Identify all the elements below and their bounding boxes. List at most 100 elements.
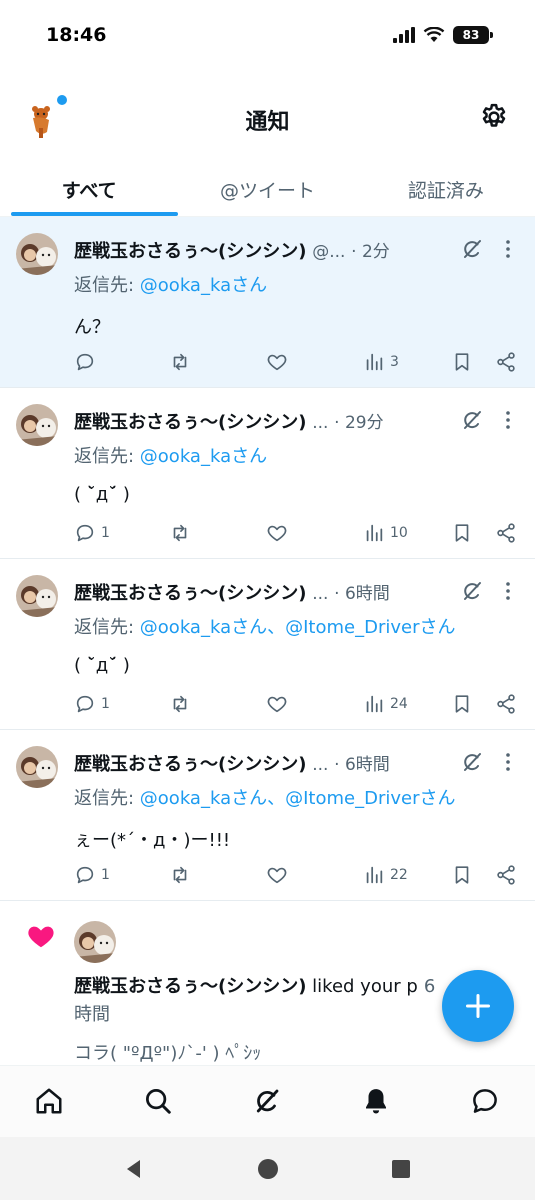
retweet-button[interactable] bbox=[169, 518, 191, 548]
plus-icon bbox=[465, 993, 491, 1019]
bookmark-button[interactable] bbox=[451, 689, 473, 719]
retweet-button[interactable] bbox=[169, 860, 191, 890]
share-button[interactable] bbox=[495, 347, 517, 377]
retweet-button[interactable] bbox=[169, 689, 191, 719]
messages-icon[interactable] bbox=[470, 1086, 500, 1116]
share-icon bbox=[497, 523, 515, 543]
avatar[interactable] bbox=[16, 404, 58, 446]
notification-item[interactable]: 歴戦玉おさるぅ〜(シンシン) @... · 2分 返信先: @ooka_kaさんん… bbox=[0, 217, 535, 388]
views-button[interactable]: 22 bbox=[363, 860, 408, 890]
home-icon[interactable] bbox=[34, 1086, 64, 1116]
grok-icon bbox=[464, 582, 481, 600]
avatar[interactable] bbox=[16, 746, 58, 788]
user-name[interactable]: 歴戦玉おさるぅ〜(シンシン) bbox=[74, 976, 306, 997]
compose-button[interactable] bbox=[442, 970, 514, 1042]
reply-button[interactable]: 1 bbox=[74, 518, 110, 548]
views-button[interactable]: 10 bbox=[363, 518, 408, 548]
tab-verified[interactable]: 認証済み bbox=[357, 160, 535, 216]
tab-all[interactable]: すべて bbox=[0, 160, 179, 216]
mention-link[interactable]: @ooka_kaさん bbox=[140, 446, 267, 467]
grok-button[interactable] bbox=[460, 237, 484, 261]
mention-link[interactable]: @ooka_kaさん bbox=[140, 275, 267, 296]
retweet-icon bbox=[173, 866, 187, 884]
bookmark-button[interactable] bbox=[451, 347, 473, 377]
bar-chart-icon bbox=[366, 695, 383, 713]
user-handle[interactable]: @... bbox=[312, 242, 345, 262]
user-name[interactable]: 歴戦玉おさるぅ〜(シンシン) bbox=[74, 583, 306, 604]
user-handle[interactable]: ... bbox=[312, 755, 328, 775]
notification-header: 歴戦玉おさるぅ〜(シンシン) ... · 29分 bbox=[74, 408, 434, 434]
view-count: 22 bbox=[390, 867, 408, 883]
notification-header: 歴戦玉おさるぅ〜(シンシン) ... · 6時間 bbox=[74, 750, 434, 776]
reply-to-label: 返信先: bbox=[74, 275, 140, 296]
notification-item[interactable]: 歴戦玉おさるぅ〜(シンシン) ... · 29分 返信先: @ooka_kaさん (… bbox=[0, 388, 535, 559]
bar-chart-icon bbox=[366, 866, 383, 884]
heart-icon bbox=[267, 696, 287, 713]
user-handle[interactable]: ... bbox=[312, 584, 328, 604]
views-button[interactable]: 24 bbox=[363, 689, 408, 719]
mention-link[interactable]: @ooka_kaさん、 bbox=[140, 788, 285, 809]
like-button[interactable] bbox=[266, 860, 288, 890]
share-button[interactable] bbox=[495, 518, 517, 548]
heart-icon bbox=[267, 354, 287, 371]
user-name[interactable]: 歴戦玉おさるぅ〜(シンシン) bbox=[74, 412, 306, 433]
back-icon[interactable] bbox=[122, 1157, 146, 1181]
post-actions: 3 bbox=[64, 347, 534, 377]
notifications-icon[interactable] bbox=[361, 1086, 391, 1116]
more-button[interactable] bbox=[498, 237, 518, 261]
reply-button[interactable]: 1 bbox=[74, 689, 110, 719]
post-actions: 1 24 bbox=[64, 689, 534, 719]
more-button[interactable] bbox=[498, 579, 518, 603]
grok-icon bbox=[464, 411, 481, 429]
share-button[interactable] bbox=[495, 860, 517, 890]
reply-button[interactable] bbox=[74, 347, 101, 377]
page-title: 通知 bbox=[245, 110, 290, 135]
avatar-image bbox=[16, 404, 58, 446]
avatar-image bbox=[16, 233, 58, 275]
user-name[interactable]: 歴戦玉おさるぅ〜(シンシン) bbox=[74, 241, 306, 262]
more-button[interactable] bbox=[498, 408, 518, 432]
post-actions: 1 22 bbox=[64, 860, 534, 890]
like-button[interactable] bbox=[266, 347, 288, 377]
notification-item[interactable]: 歴戦玉おさるぅ〜(シンシン) ... · 6時間返信先: @ooka_kaさん、… bbox=[0, 730, 535, 901]
search-icon[interactable] bbox=[143, 1086, 173, 1116]
reply-to: 返信先: @ooka_kaさん、@Itome_Driverさん bbox=[74, 613, 456, 639]
bookmark-button[interactable] bbox=[451, 860, 473, 890]
notification-item[interactable]: 歴戦玉おさるぅ〜(シンシン) ... · 6時間 返信先: @ooka_kaさん、… bbox=[0, 559, 535, 730]
post-time: · 2分 bbox=[351, 242, 390, 262]
views-button[interactable]: 3 bbox=[363, 347, 399, 377]
reply-to-label: 返信先: bbox=[74, 788, 140, 809]
like-button[interactable] bbox=[266, 518, 288, 548]
retweet-button[interactable] bbox=[169, 347, 191, 377]
home-circle-icon[interactable] bbox=[256, 1157, 280, 1181]
user-name[interactable]: 歴戦玉おさるぅ〜(シンシン) bbox=[74, 754, 306, 775]
grok-button[interactable] bbox=[460, 579, 484, 603]
reply-icon bbox=[76, 524, 94, 542]
reply-count: 1 bbox=[101, 525, 110, 541]
mention-link[interactable]: @Itome_Driverさん bbox=[285, 617, 455, 638]
like-button[interactable] bbox=[266, 689, 288, 719]
reply-button[interactable]: 1 bbox=[74, 860, 110, 890]
grok-button[interactable] bbox=[460, 750, 484, 774]
view-count: 10 bbox=[390, 525, 408, 541]
mention-link[interactable]: @Itome_Driverさん bbox=[285, 788, 455, 809]
mention-link[interactable]: @ooka_kaさん、 bbox=[140, 617, 285, 638]
settings-button[interactable] bbox=[479, 102, 509, 132]
grok-icon[interactable] bbox=[252, 1086, 282, 1116]
avatar[interactable] bbox=[16, 575, 58, 617]
more-button[interactable] bbox=[498, 750, 518, 774]
bookmark-icon bbox=[455, 866, 469, 884]
bookmark-button[interactable] bbox=[451, 518, 473, 548]
recents-icon[interactable] bbox=[389, 1157, 413, 1181]
notification-feed[interactable]: 歴戦玉おさるぅ〜(シンシン) @... · 2分 返信先: @ooka_kaさんん… bbox=[0, 217, 535, 1065]
bookmark-icon bbox=[455, 353, 469, 371]
tab-mentions[interactable]: @ツイート bbox=[178, 160, 356, 216]
share-icon bbox=[497, 865, 515, 885]
avatar[interactable] bbox=[74, 921, 116, 963]
avatar[interactable] bbox=[16, 233, 58, 275]
grok-button[interactable] bbox=[460, 408, 484, 432]
user-handle[interactable]: ... bbox=[312, 413, 328, 433]
share-button[interactable] bbox=[495, 689, 517, 719]
avatar-image bbox=[74, 921, 116, 963]
post-text: ぇー(*´・д・)ー!!! bbox=[74, 830, 231, 851]
